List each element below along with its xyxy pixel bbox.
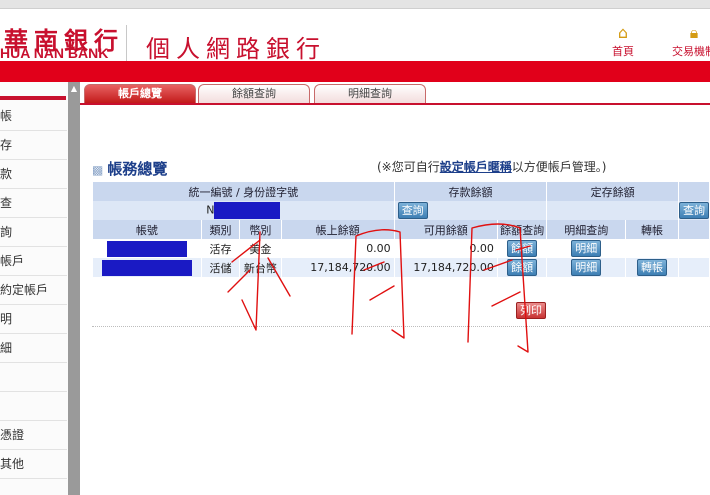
lock-icon: 🔒︎ (689, 23, 699, 42)
note-prefix: (※您可自行 (377, 160, 440, 174)
table-row: 活儲 新台幣 17,184,720.00 17,184,720.00 餘額 明細… (93, 258, 710, 277)
sidebar-item[interactable]: 憑證 (0, 421, 67, 450)
sidebar-item[interactable] (0, 392, 67, 421)
account-currency: 新台幣 (239, 258, 282, 277)
redacted-account (106, 240, 187, 257)
home-label: 首頁 (612, 45, 634, 58)
scroll-up-arrow-icon[interactable]: ▲ (68, 84, 80, 94)
main-nav-bar (0, 61, 710, 82)
book-balance: 0.00 (281, 239, 395, 258)
account-type: 活存 (201, 239, 241, 258)
nickname-note: (※您可自行設定帳戶暱稱以方便帳戶管理。) (377, 158, 606, 175)
col-detail-query: 明細查詢 (546, 220, 627, 239)
table-row: 活存 美金 0.00 0.00 餘額 明細 (93, 239, 710, 258)
sidebar-scrollbar[interactable]: ▲ (68, 82, 80, 495)
sidebar-item[interactable]: 詢 (0, 218, 67, 247)
summary-value-row: N 查詢 查詢 (93, 201, 710, 220)
content-divider (92, 326, 710, 327)
sidebar-active-indicator (0, 96, 66, 100)
id-header: 統一編號 / 身份證字號 (93, 182, 395, 201)
column-header-row: 帳號 類別 幣別 帳上餘額 可用餘額 餘額查詢 明細查詢 轉帳 (93, 220, 710, 239)
available-balance: 17,184,720.00 (394, 258, 498, 277)
sidebar-item[interactable]: 帳 (0, 102, 67, 131)
redacted-account (101, 259, 192, 276)
home-icon: ⌂ (617, 23, 629, 42)
id-value: N (93, 201, 395, 220)
tab-balance-query[interactable]: 餘額查詢 (198, 84, 310, 103)
home-link[interactable]: ⌂ 首頁 (603, 23, 643, 59)
book-balance: 17,184,720.00 (281, 258, 395, 277)
tab-detail-query[interactable]: 明細查詢 (314, 84, 426, 103)
section-title-text: 帳務總覽 (107, 160, 168, 178)
sidebar-item[interactable]: 款 (0, 160, 67, 189)
redacted-id (214, 202, 281, 219)
tab-account-overview[interactable]: 帳戶總覽 (84, 84, 196, 103)
sidebar-item[interactable]: 帳戶 (0, 247, 67, 276)
col-balance-query: 餘額查詢 (497, 220, 548, 239)
account-currency: 美金 (239, 239, 282, 258)
service-title: 個人網路銀行 (146, 35, 326, 63)
print-button[interactable]: 列印 (516, 302, 546, 319)
site-header: 華南銀行 HUA NAN BANK 個人網路銀行 ⌂ 首頁 🔒︎ 交易機制 (0, 9, 710, 63)
sidebar-item[interactable]: 查 (0, 189, 67, 218)
sidebar-item[interactable]: 約定帳戶 (0, 276, 67, 305)
section-bullet-icon: ▩ (92, 163, 104, 177)
id-prefix: N (206, 203, 215, 217)
trade-mechanism-link[interactable]: 🔒︎ 交易機制 (664, 23, 710, 59)
print-area: 列印 (516, 302, 546, 319)
transfer-cell (625, 239, 679, 258)
sidebar-item[interactable]: 細 (0, 334, 67, 363)
tab-underline (80, 103, 710, 105)
sidebar-item[interactable]: 明 (0, 305, 67, 334)
col-type: 類別 (201, 220, 241, 239)
section-title: ▩ 帳務總覽 (92, 158, 167, 179)
detail-button[interactable]: 明細 (571, 240, 602, 257)
available-balance: 0.00 (394, 239, 498, 258)
bank-logo-en: HUA NAN BANK (0, 45, 109, 61)
set-nickname-link[interactable]: 設定帳戶暱稱 (440, 160, 512, 174)
time-deposit-query-button[interactable]: 查詢 (678, 202, 709, 219)
browser-top-strip (0, 0, 710, 9)
detail-button[interactable]: 明細 (571, 259, 602, 276)
col-book-balance: 帳上餘額 (281, 220, 395, 239)
account-number (93, 239, 202, 258)
account-table: 統一編號 / 身份證字號 存款餘額 定存餘額 N 查詢 查詢 帳號 類別 幣別 … (93, 182, 710, 277)
sidebar: 帳 存 款 查 詢 帳戶 約定帳戶 明 細 憑證 其他 (0, 82, 69, 495)
account-number (93, 258, 202, 277)
col-currency: 幣別 (239, 220, 282, 239)
balance-button[interactable]: 餘額 (507, 259, 538, 276)
trade-label: 交易機制 (672, 45, 710, 58)
ink-stroke (369, 285, 395, 301)
header-divider (126, 25, 127, 63)
sidebar-item[interactable] (0, 363, 67, 392)
time-deposit-header: 定存餘額 (546, 182, 679, 201)
deposit-query-button[interactable]: 查詢 (397, 202, 428, 219)
summary-header-row: 統一編號 / 身份證字號 存款餘額 定存餘額 (93, 182, 710, 201)
sidebar-item[interactable]: 其他 (0, 450, 67, 479)
account-type: 活儲 (201, 258, 241, 277)
col-available-balance: 可用餘額 (394, 220, 498, 239)
col-account: 帳號 (93, 220, 202, 239)
balance-button[interactable]: 餘額 (507, 240, 538, 257)
deposit-header: 存款餘額 (394, 182, 548, 201)
sidebar-item[interactable]: 存 (0, 131, 67, 160)
col-transfer: 轉帳 (625, 220, 679, 239)
note-suffix: 以方便帳戶管理。) (511, 160, 607, 174)
transfer-button[interactable]: 轉帳 (637, 259, 667, 276)
